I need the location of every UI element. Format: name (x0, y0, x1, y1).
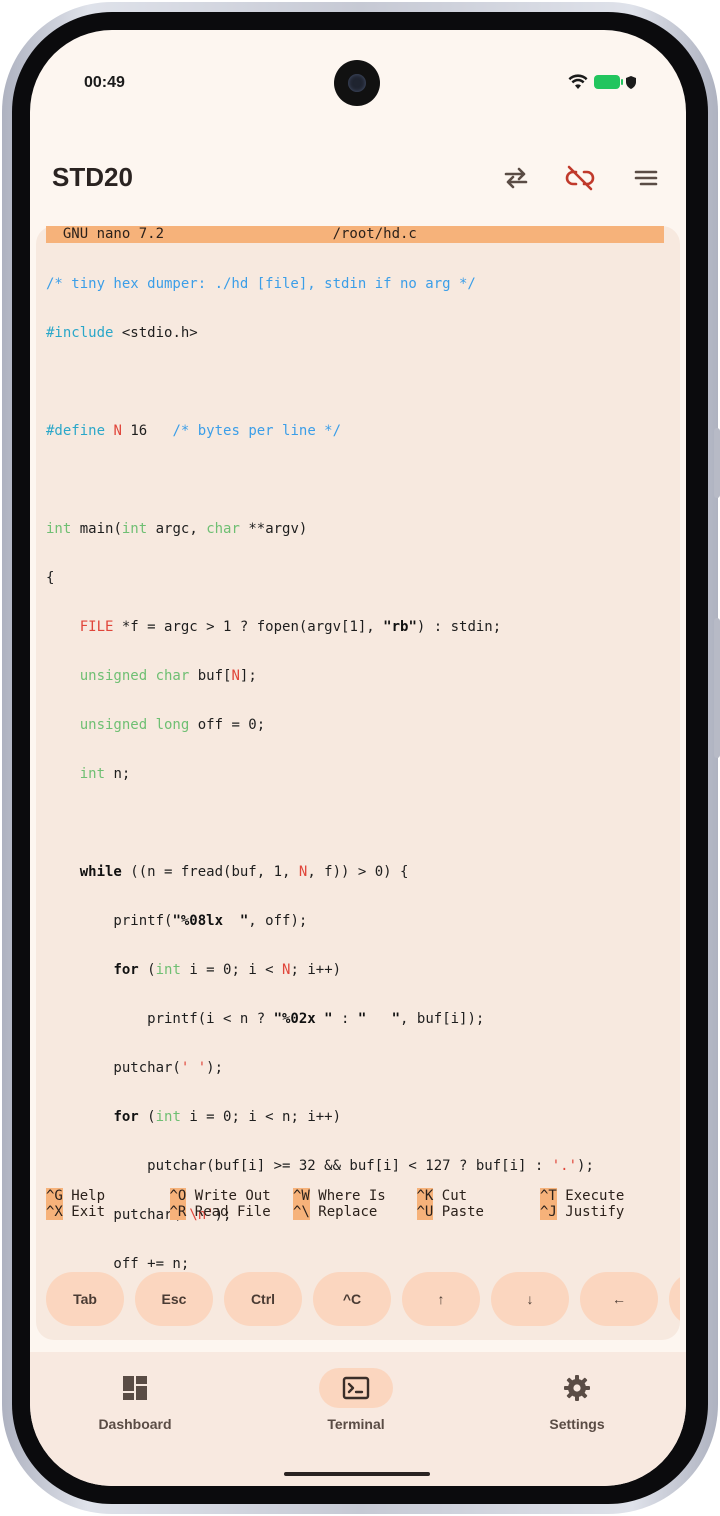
shortcut-justify[interactable]: ^J Justify (540, 1204, 664, 1221)
code-line: unsigned long off = 0; (79, 716, 266, 733)
shortcut-replace[interactable]: ^\ Replace (293, 1204, 417, 1221)
nano-shortcuts: ^G Help ^O Write Out ^W Where Is ^K Cut … (46, 1188, 666, 1221)
code-line: for (int i = 0; i < n; i++) (113, 1109, 342, 1126)
dashboard-icon (123, 1376, 147, 1400)
bottom-navigation: Dashboard Terminal Settings (30, 1352, 686, 1486)
link-off-icon (565, 165, 595, 191)
wifi-icon (568, 74, 588, 89)
shortcut-cut[interactable]: ^K Cut (416, 1188, 541, 1204)
code-line: putchar(buf[i] >= 32 && buf[i] < 127 ? b… (46, 1158, 594, 1175)
terminal-view[interactable]: GNU nano 7.2 /root/hd.c /* tiny hex dump… (36, 226, 680, 1420)
shortcut-exit[interactable]: ^X Exit (46, 1204, 170, 1221)
front-camera (334, 60, 380, 106)
nano-title-bar: GNU nano 7.2 /root/hd.c (46, 226, 664, 243)
shield-icon (626, 75, 636, 89)
gear-icon (564, 1375, 590, 1401)
ctrl-key[interactable]: Ctrl (224, 1272, 302, 1326)
status-time: 00:49 (84, 74, 125, 91)
ctrl-c-key[interactable]: ^C (313, 1272, 391, 1326)
nav-terminal-pill (319, 1368, 393, 1408)
home-indicator[interactable] (284, 1472, 430, 1476)
shortcut-write-out[interactable]: ^O Write Out (169, 1188, 294, 1204)
nav-terminal[interactable]: Terminal (286, 1368, 426, 1448)
menu-button[interactable] (626, 162, 666, 194)
code-line: off += n; (46, 1256, 190, 1273)
shortcut-row: ^X Exit ^R Read File ^\ Replace ^U Paste… (46, 1204, 666, 1221)
shortcut-read-file[interactable]: ^R Read File (169, 1204, 294, 1221)
arrow-up-key[interactable]: ↑ (402, 1272, 480, 1326)
disconnect-button[interactable] (560, 162, 600, 194)
arrow-down-key[interactable]: ↓ (491, 1272, 569, 1326)
code-line: printf("%08lx ", off); (46, 913, 308, 930)
nav-terminal-label: Terminal (327, 1416, 385, 1432)
nav-settings[interactable]: Settings (507, 1368, 647, 1448)
arrow-left-key[interactable]: ← (580, 1272, 658, 1326)
esc-key[interactable]: Esc (135, 1272, 213, 1326)
nav-settings-pill (540, 1368, 614, 1408)
code-line: int n; (79, 766, 131, 782)
terminal-icon (342, 1376, 370, 1400)
tab-key[interactable]: Tab (46, 1272, 124, 1326)
swap-icon (504, 167, 528, 189)
nav-dashboard[interactable]: Dashboard (65, 1368, 205, 1448)
shortcut-where-is[interactable]: ^W Where Is (293, 1188, 417, 1204)
shortcut-execute[interactable]: ^T Execute (540, 1188, 664, 1204)
battery-icon (594, 75, 623, 89)
code-line: printf(i < n ? "%02x " : " ", buf[i]); (46, 1011, 485, 1028)
code-line: unsigned char buf[N]; (79, 667, 257, 684)
code-line: for (int i = 0; i < N; i++) (113, 962, 342, 979)
swap-button[interactable] (496, 162, 536, 194)
code-line: int main(int argc, char **argv) (46, 520, 308, 537)
nav-dashboard-pill (98, 1368, 172, 1408)
code-line: /* tiny hex dumper: ./hd [file], stdin i… (46, 275, 476, 292)
code-line: putchar(' '); (46, 1060, 224, 1077)
screen: 00:49 STD20 GNU nano 7.2 /root/hd.c /* t… (30, 30, 686, 1486)
menu-icon (634, 170, 658, 186)
code-line: #include <stdio.h> (46, 324, 198, 341)
shortcut-row: ^G Help ^O Write Out ^W Where Is ^K Cut … (46, 1188, 666, 1204)
extra-keys-bar[interactable]: Tab Esc Ctrl ^C ↑ ↓ ← (46, 1272, 680, 1326)
code-line: FILE *f = argc > 1 ? fopen(argv[1], "rb"… (79, 618, 502, 635)
shortcut-paste[interactable]: ^U Paste (416, 1204, 541, 1221)
next-key-partial[interactable] (669, 1272, 680, 1326)
code-line: #define N 16 /* bytes per line */ (46, 422, 342, 439)
status-icons (568, 74, 636, 90)
volume-up-button (714, 428, 720, 498)
code-line: { (46, 569, 55, 586)
code-line: while ((n = fread(buf, 1, N, f)) > 0) { (79, 864, 409, 881)
volume-down-button (714, 618, 720, 758)
shortcut-help[interactable]: ^G Help (46, 1188, 170, 1204)
nav-dashboard-label: Dashboard (98, 1416, 172, 1432)
nav-settings-label: Settings (549, 1416, 605, 1432)
app-title: STD20 (52, 162, 133, 192)
